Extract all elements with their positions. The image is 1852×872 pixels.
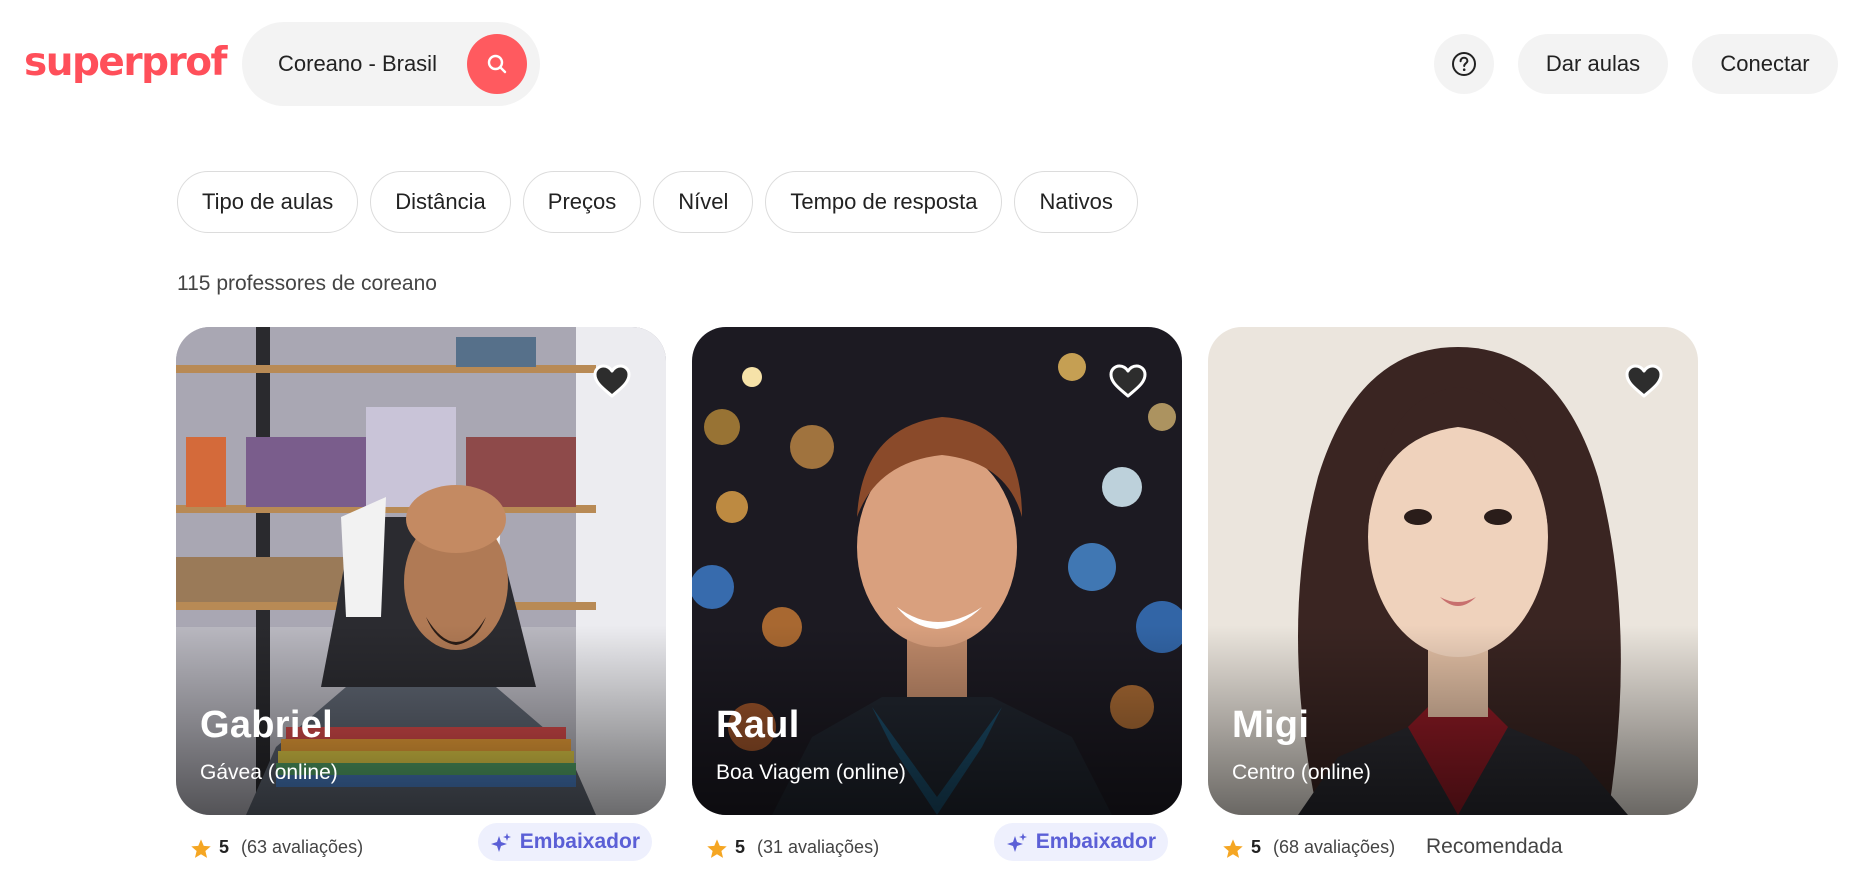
teacher-location: Boa Viagem (online) <box>716 761 906 784</box>
help-button[interactable] <box>1434 34 1494 94</box>
sparkle-icon <box>490 833 511 852</box>
search-bar[interactable]: Coreano - Brasil <box>242 22 540 106</box>
sparkle-icon <box>1006 833 1027 852</box>
rating-value: 5 <box>219 837 230 857</box>
teacher-photo[interactable]: Migi Centro (online) <box>1208 327 1698 815</box>
teacher-name: Gabriel <box>200 704 334 746</box>
results-count: 115 professores de coreano <box>177 272 437 295</box>
teacher-photo[interactable]: Gabriel Gávea (online) <box>176 327 666 815</box>
ambassador-badge: Embaixador <box>993 823 1168 861</box>
filter-distance[interactable]: Distância <box>370 171 511 233</box>
login-button[interactable]: Conectar <box>1692 34 1838 94</box>
filter-response-time[interactable]: Tempo de resposta <box>765 171 1003 233</box>
badge-label: Embaixador <box>519 830 640 853</box>
teacher-meta: 5 (31 avaliações) Embaixador <box>692 823 1182 872</box>
filter-level[interactable]: Nível <box>653 171 754 233</box>
teacher-location: Centro (online) <box>1232 761 1371 784</box>
teacher-location: Gávea (online) <box>200 761 338 784</box>
teacher-meta: 5 (68 avaliações) Recomendada <box>1208 823 1698 872</box>
star-icon <box>707 839 727 858</box>
search-icon <box>487 54 507 74</box>
heart-icon[interactable] <box>1108 363 1148 399</box>
rating-value: 5 <box>735 837 746 857</box>
teach-button[interactable]: Dar aulas <box>1518 34 1668 94</box>
recommended-badge: Recomendada <box>1426 835 1563 858</box>
rating-value: 5 <box>1251 837 1262 857</box>
filter-lesson-type[interactable]: Tipo de aulas <box>177 171 359 233</box>
search-button[interactable] <box>467 34 527 94</box>
review-count: (68 avaliações) <box>1273 837 1396 857</box>
filter-price[interactable]: Preços <box>522 171 642 233</box>
teacher-card[interactable]: Raul Boa Viagem (online) 5 (31 avaliaçõe… <box>692 327 1182 872</box>
ambassador-badge: Embaixador <box>477 823 652 861</box>
review-count: (63 avaliações) <box>241 837 364 857</box>
heart-icon[interactable] <box>592 363 632 399</box>
teacher-photo[interactable]: Raul Boa Viagem (online) <box>692 327 1182 815</box>
badge-label: Embaixador <box>1035 830 1156 853</box>
teacher-name: Migi <box>1232 704 1310 746</box>
teacher-meta: 5 (63 avaliações) Embaixador <box>176 823 666 872</box>
filter-bar: Tipo de aulas Distância Preços Nível Tem… <box>177 171 1138 233</box>
teacher-card[interactable]: Migi Centro (online) 5 (68 avaliações) R… <box>1208 327 1698 872</box>
teacher-name: Raul <box>716 704 800 746</box>
filter-natives[interactable]: Nativos <box>1014 171 1138 233</box>
star-icon <box>191 839 211 858</box>
teacher-card[interactable]: Gabriel Gávea (online) 5 (63 avaliações)… <box>176 327 666 872</box>
review-count: (31 avaliações) <box>757 837 880 857</box>
heart-icon[interactable] <box>1624 363 1664 399</box>
help-icon <box>1452 52 1476 76</box>
search-input[interactable]: Coreano - Brasil <box>278 22 437 106</box>
superprof-logo[interactable]: superprof <box>24 40 228 85</box>
star-icon <box>1223 839 1243 858</box>
